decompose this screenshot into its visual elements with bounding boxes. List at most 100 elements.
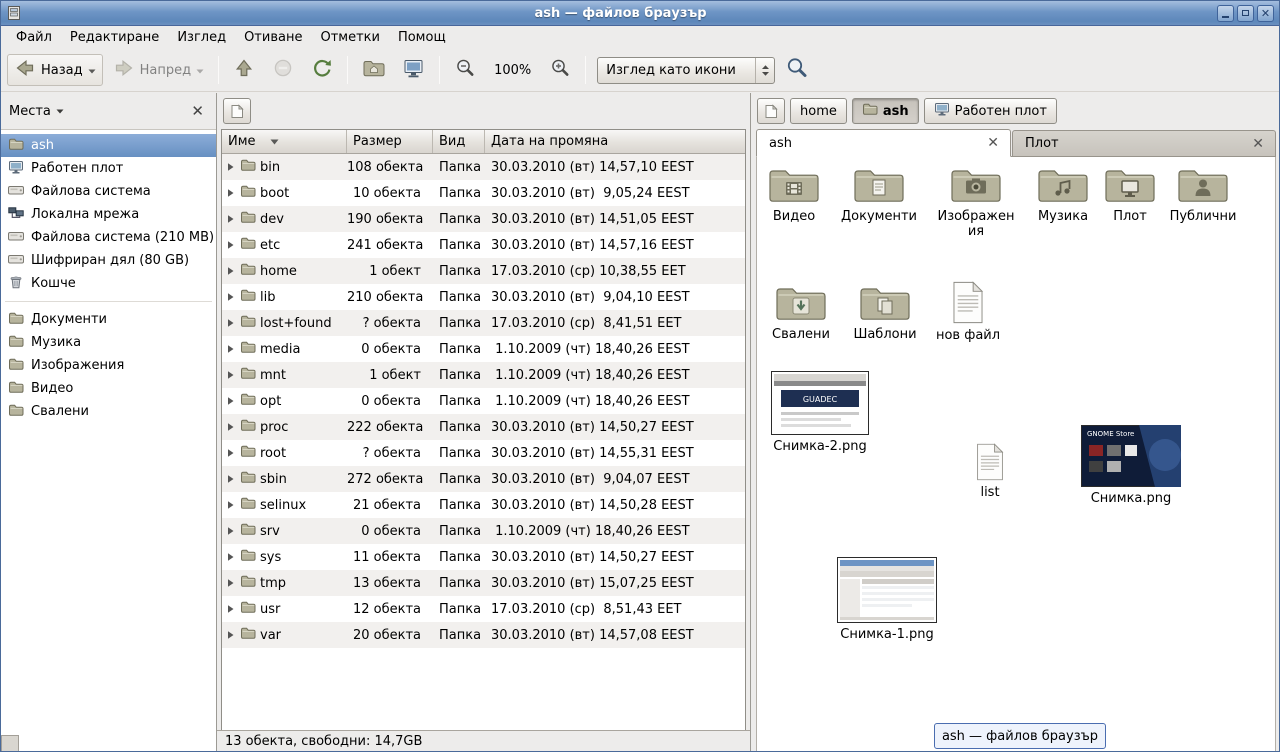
menu-item-file[interactable]: Файл	[7, 27, 61, 48]
menu-item-go[interactable]: Отиване	[235, 27, 311, 48]
pathbar-button[interactable]: Работен плот	[924, 98, 1057, 124]
pathbar-button[interactable]: ash	[852, 98, 919, 124]
stop-button[interactable]	[265, 54, 301, 86]
file-item[interactable]: Снимка-1.png	[831, 557, 943, 642]
expander-icon[interactable]	[226, 578, 236, 588]
tab-close-icon[interactable]: ✕	[1249, 137, 1267, 151]
expander-icon[interactable]	[226, 188, 236, 198]
expander-icon[interactable]	[226, 292, 236, 302]
sidebar-item[interactable]: Изображения	[1, 354, 216, 377]
sidebar-item[interactable]: Видео	[1, 377, 216, 400]
places-selector[interactable]: Места	[9, 104, 64, 119]
sidebar-item[interactable]: Файлова система	[1, 180, 216, 203]
sidebar-item[interactable]: Файлова система (210 MB)	[1, 226, 216, 249]
expander-icon[interactable]	[226, 162, 236, 172]
table-row[interactable]: bin108 обектаПапка30.03.2010 (вт) 14,57,…	[222, 154, 745, 180]
pathbar-button[interactable]: home	[790, 98, 847, 124]
close-button[interactable]: ✕	[1257, 5, 1274, 22]
table-row[interactable]: usr12 обектаПапка17.03.2010 (ср) 8,51,43…	[222, 596, 745, 622]
back-button[interactable]: Назад	[7, 54, 103, 86]
file-item[interactable]: Свалени	[765, 281, 837, 342]
file-item[interactable]: Плот	[1097, 163, 1163, 224]
table-row[interactable]: etc241 обектаПапка30.03.2010 (вт) 14,57,…	[222, 232, 745, 258]
column-header[interactable]: Вид	[433, 130, 485, 153]
table-row[interactable]: boot10 обектаПапка30.03.2010 (вт) 9,05,2…	[222, 180, 745, 206]
table-row[interactable]: srv0 обектаПапка 1.10.2009 (чт) 18,40,26…	[222, 518, 745, 544]
minimize-button[interactable]	[1217, 5, 1234, 22]
maximize-button[interactable]	[1237, 5, 1254, 22]
table-row[interactable]: lost+found? обектаПапка17.03.2010 (ср) 8…	[222, 310, 745, 336]
expander-icon[interactable]	[226, 604, 236, 614]
menu-item-edit[interactable]: Редактиране	[61, 27, 168, 48]
taskbar-window-button[interactable]: ash — файлов браузър	[934, 723, 1106, 749]
expander-icon[interactable]	[226, 214, 236, 224]
table-row[interactable]: opt0 обектаПапка 1.10.2009 (чт) 18,40,26…	[222, 388, 745, 414]
column-header[interactable]: Име	[222, 130, 347, 153]
location-root-button[interactable]	[223, 98, 251, 124]
table-row[interactable]: proc222 обектаПапка30.03.2010 (вт) 14,50…	[222, 414, 745, 440]
column-header[interactable]: Дата на промяна	[485, 130, 745, 153]
expander-icon[interactable]	[226, 370, 236, 380]
table-row[interactable]: dev190 обектаПапка30.03.2010 (вт) 14,51,…	[222, 206, 745, 232]
expander-icon[interactable]	[226, 500, 236, 510]
table-row[interactable]: selinux21 обектаПапка30.03.2010 (вт) 14,…	[222, 492, 745, 518]
tab-Плот[interactable]: Плот✕	[1012, 130, 1276, 156]
tab-ash[interactable]: ash✕	[756, 129, 1011, 157]
tab-close-icon[interactable]: ✕	[984, 136, 1002, 150]
view-mode-select[interactable]: Изглед като икони	[597, 57, 775, 84]
sidebar-item[interactable]: Свалени	[1, 400, 216, 423]
file-item[interactable]: Шаблони	[849, 281, 921, 342]
file-item[interactable]: GNOME StoreСнимка.png	[1075, 425, 1187, 506]
column-header[interactable]: Размер	[347, 130, 433, 153]
sidebar-item[interactable]: Локална мрежа	[1, 203, 216, 226]
expander-icon[interactable]	[226, 630, 236, 640]
home-button[interactable]	[355, 54, 393, 86]
file-item[interactable]: нов файл	[933, 281, 1003, 343]
location-root-button[interactable]	[757, 98, 785, 124]
sidebar-item[interactable]: Шифриран дял (80 GB)	[1, 249, 216, 272]
file-item[interactable]: Публични	[1167, 163, 1239, 224]
expander-icon[interactable]	[226, 318, 236, 328]
file-item[interactable]: GUADECСнимка-2.png	[765, 371, 875, 454]
table-row[interactable]: lib210 обектаПапка30.03.2010 (вт) 9,04,1…	[222, 284, 745, 310]
expander-icon[interactable]	[226, 240, 236, 250]
table-row[interactable]: sbin272 обектаПапка30.03.2010 (вт) 9,04,…	[222, 466, 745, 492]
sidebar-item[interactable]: ash	[1, 134, 216, 157]
table-row[interactable]: home1 обектПапка17.03.2010 (ср) 10,38,55…	[222, 258, 745, 284]
expander-icon[interactable]	[226, 448, 236, 458]
table-row[interactable]: media0 обектаПапка 1.10.2009 (чт) 18,40,…	[222, 336, 745, 362]
expander-icon[interactable]	[226, 422, 236, 432]
search-button[interactable]	[778, 54, 816, 86]
menu-item-help[interactable]: Помощ	[389, 27, 455, 48]
expander-icon[interactable]	[226, 552, 236, 562]
sidebar-item[interactable]: Работен плот	[1, 157, 216, 180]
expander-icon[interactable]	[226, 526, 236, 536]
file-item[interactable]: Документи	[841, 163, 917, 224]
file-item[interactable]: Видео	[757, 163, 831, 224]
up-button[interactable]	[226, 54, 262, 86]
expander-icon[interactable]	[226, 266, 236, 276]
expander-icon[interactable]	[226, 344, 236, 354]
menu-item-view[interactable]: Изглед	[168, 27, 235, 48]
computer-button[interactable]	[396, 54, 432, 86]
sidebar-item[interactable]: Документи	[1, 308, 216, 331]
expander-icon[interactable]	[226, 396, 236, 406]
sidebar-item[interactable]: Кошче	[1, 272, 216, 295]
zoom-in-button[interactable]	[542, 54, 578, 86]
table-row[interactable]: var20 обектаПапка30.03.2010 (вт) 14,57,0…	[222, 622, 745, 648]
table-row[interactable]: mnt1 обектПапка 1.10.2009 (чт) 18,40,26 …	[222, 362, 745, 388]
file-item[interactable]: list	[957, 439, 1023, 500]
file-item[interactable]: Музика	[1027, 163, 1099, 224]
titlebar[interactable]: ash — файлов браузър ✕	[1, 1, 1279, 26]
sidebar-item[interactable]: Музика	[1, 331, 216, 354]
table-row[interactable]: tmp13 обектаПапка30.03.2010 (вт) 15,07,2…	[222, 570, 745, 596]
reload-button[interactable]	[304, 54, 340, 86]
table-row[interactable]: root? обектаПапка30.03.2010 (вт) 14,55,3…	[222, 440, 745, 466]
expander-icon[interactable]	[226, 474, 236, 484]
forward-button[interactable]: Напред	[106, 54, 211, 86]
menu-item-bookmarks[interactable]: Отметки	[311, 27, 388, 48]
file-item[interactable]: Изображения	[937, 163, 1015, 239]
zoom-out-button[interactable]	[447, 54, 483, 86]
table-row[interactable]: sys11 обектаПапка30.03.2010 (вт) 14,50,2…	[222, 544, 745, 570]
sidebar-close-button[interactable]: ✕	[187, 103, 208, 120]
